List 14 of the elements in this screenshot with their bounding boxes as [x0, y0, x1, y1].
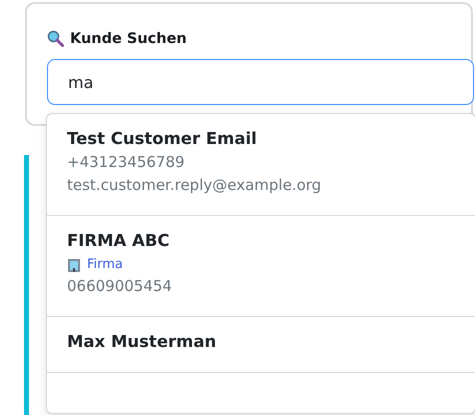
company-tag: Firma [87, 256, 123, 272]
building-icon [67, 256, 81, 272]
phone-number: 06609005454 [67, 276, 173, 297]
search-icon [47, 30, 64, 47]
phone-number: +43123456789 [67, 152, 186, 173]
customer-name: Test Customer Email [67, 128, 258, 150]
result-item[interactable]: Max Musterman [47, 317, 475, 373]
search-label: Kunde Suchen [70, 30, 187, 46]
search-field[interactable]: ma [47, 59, 474, 105]
customer-name: Max Musterman [67, 331, 218, 353]
customer-name: FIRMA ABC [67, 230, 171, 252]
result-item[interactable]: FIRMA ABC Firma 06609005454 [47, 216, 475, 317]
email-address: test.customer.reply@example.org [67, 175, 322, 196]
result-item[interactable]: Test Customer Email +43123456789 test.customer.reply@example.org [47, 114, 475, 216]
